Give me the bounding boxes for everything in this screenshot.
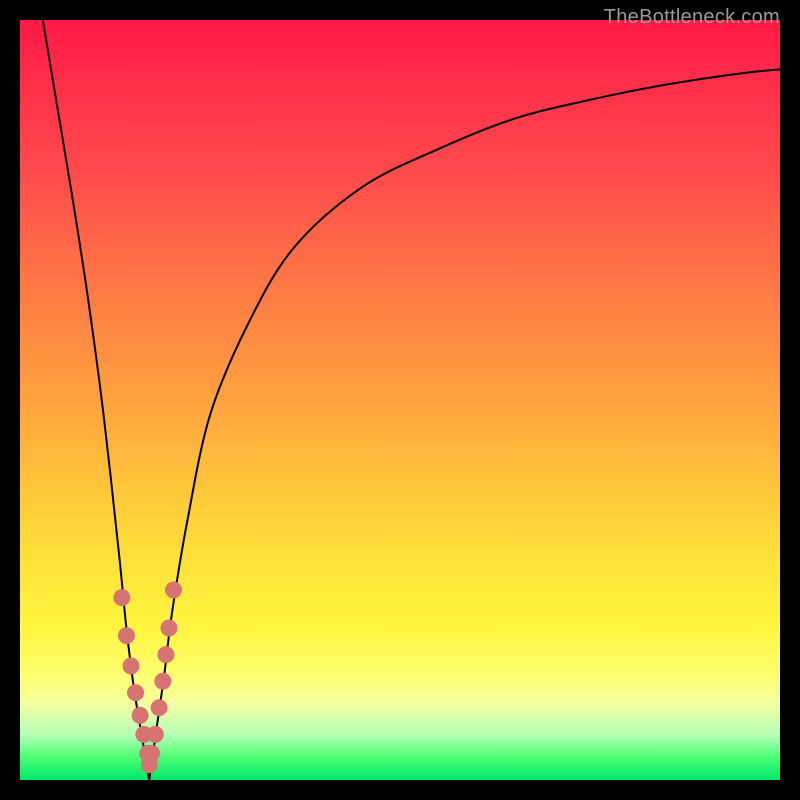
- marker-point: [127, 684, 144, 701]
- curve-right-branch: [149, 69, 780, 780]
- marker-point: [113, 589, 130, 606]
- marker-point: [122, 658, 139, 675]
- chart-frame: TheBottleneck.com: [0, 0, 800, 800]
- chart-svg: [20, 20, 780, 780]
- marker-point: [154, 673, 171, 690]
- marker-point: [143, 745, 160, 762]
- watermark-text: TheBottleneck.com: [604, 6, 780, 29]
- marker-point: [118, 627, 135, 644]
- marker-point: [151, 699, 168, 716]
- plot-area: [20, 20, 780, 780]
- marker-point: [160, 620, 177, 637]
- marker-point: [157, 646, 174, 663]
- marker-point: [147, 726, 164, 743]
- marker-point: [132, 707, 149, 724]
- marker-point: [165, 582, 182, 599]
